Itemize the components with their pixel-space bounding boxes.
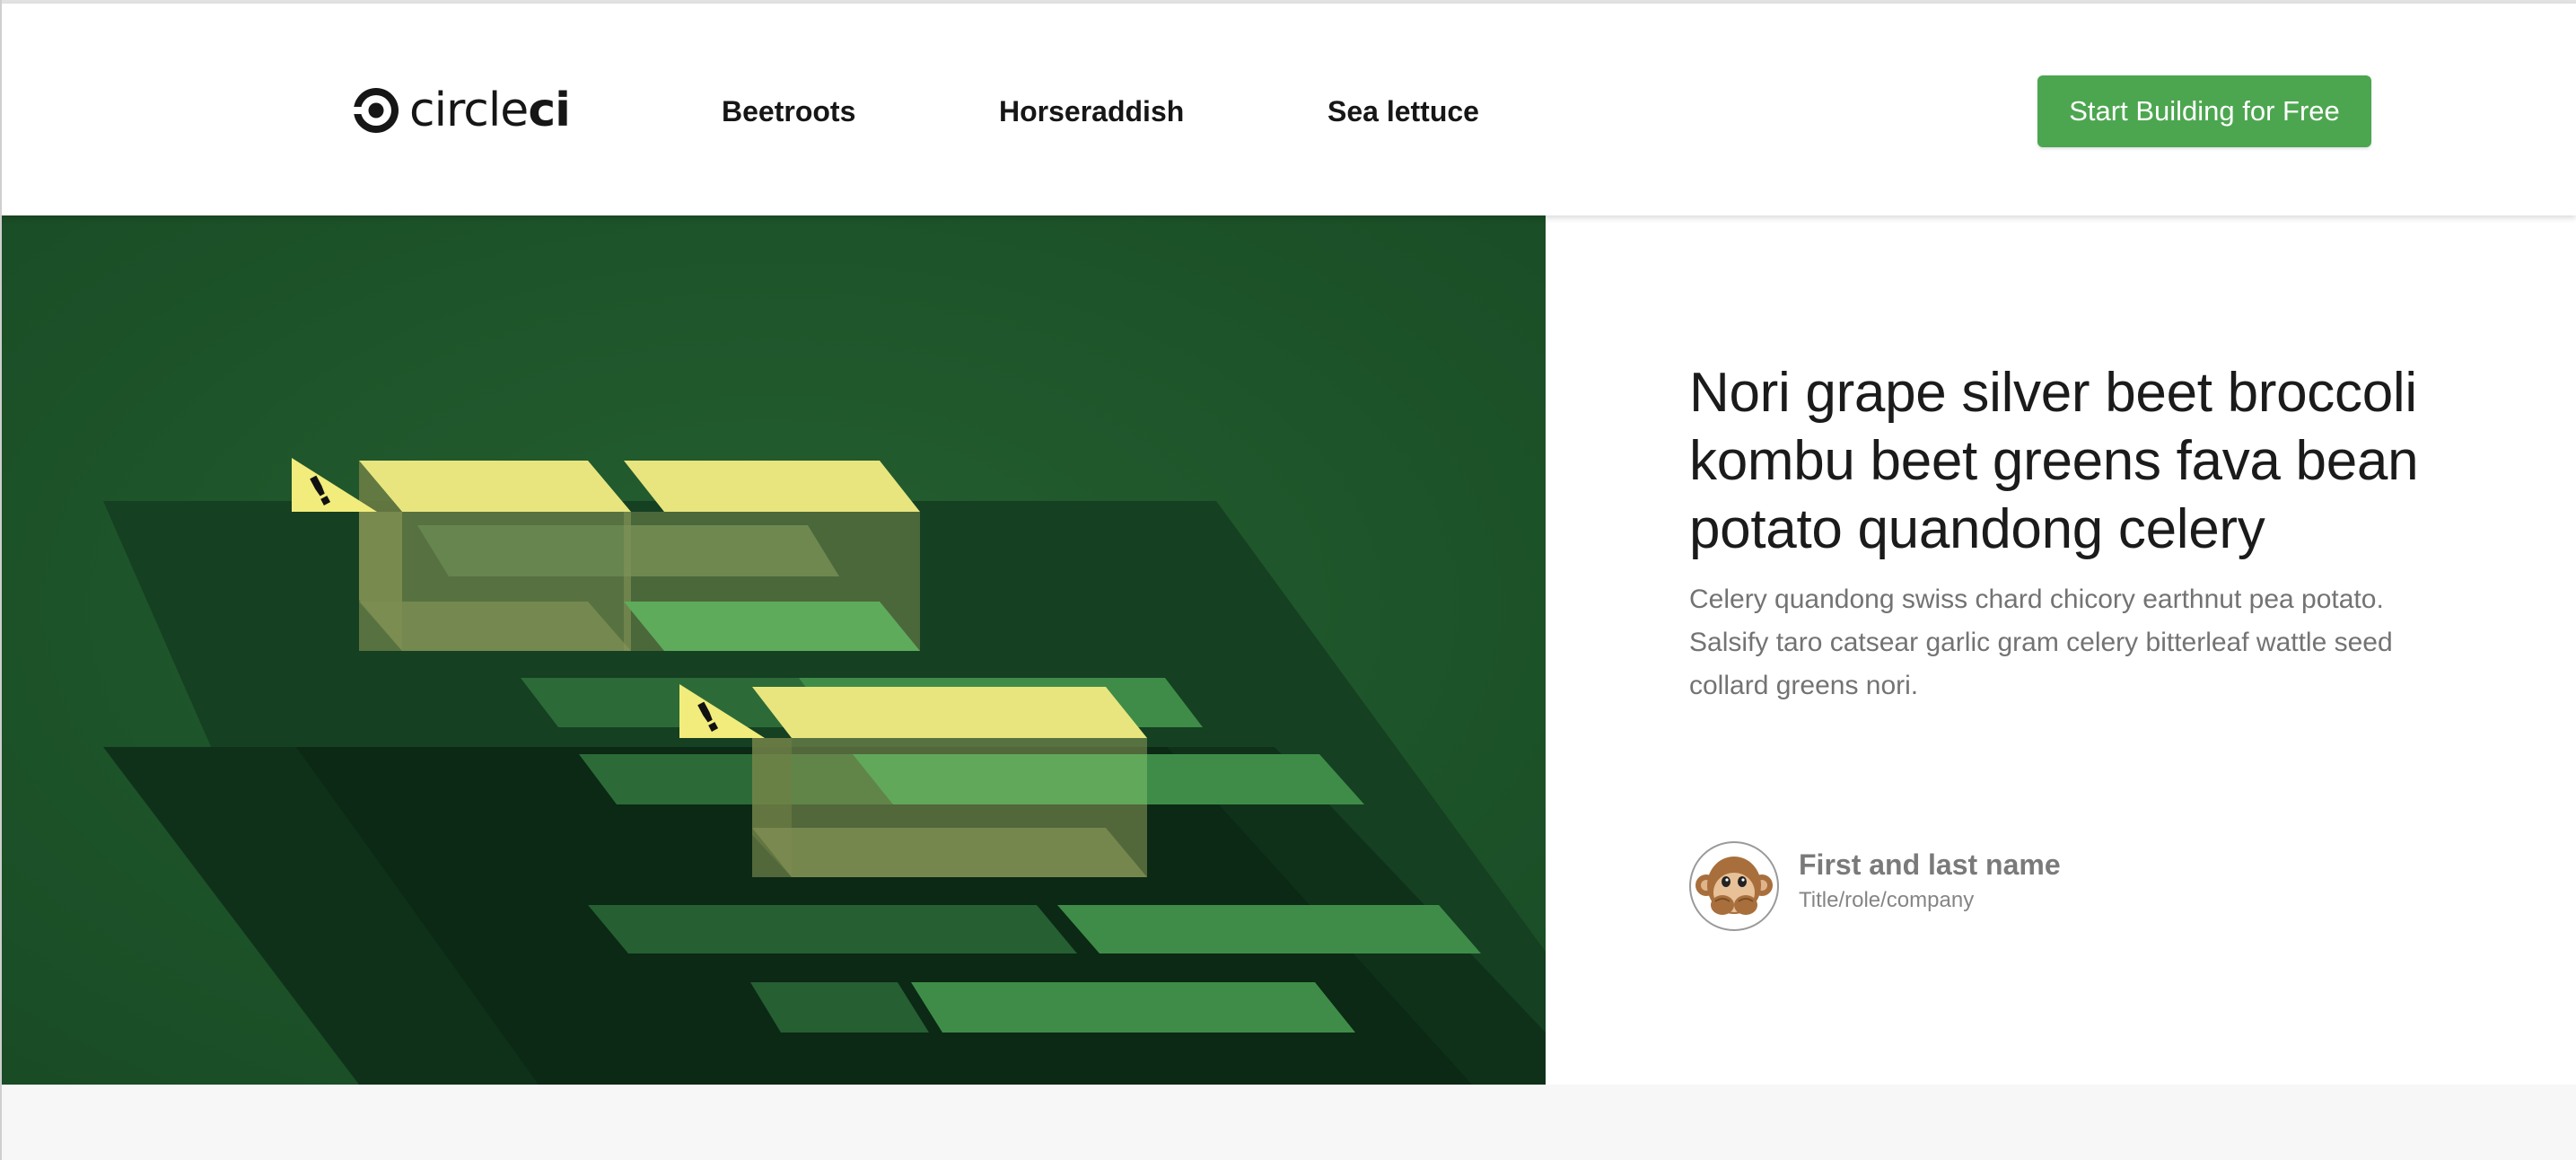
monkey-emoji-icon bbox=[1695, 857, 1773, 915]
bar bbox=[750, 982, 929, 1033]
yellow-block-top bbox=[752, 687, 1147, 738]
brand-wordmark: circleci bbox=[409, 83, 571, 137]
bar bbox=[1057, 905, 1481, 953]
left-border bbox=[0, 0, 2, 1160]
pipeline-illustration: ! ! bbox=[0, 215, 1546, 1085]
author-role: Title/role/company bbox=[1799, 888, 1975, 912]
hero-illustration: ! ! bbox=[0, 215, 1546, 1085]
brand-logo[interactable]: circleci bbox=[352, 83, 571, 138]
nav-link-horseraddish[interactable]: Horseraddish bbox=[999, 93, 1184, 129]
hero-headline: Nori grape silver beet broccoli kombu be… bbox=[1689, 362, 2419, 560]
testimonial-author: First and last name Title/role/company bbox=[1689, 840, 2061, 932]
avatar bbox=[1689, 841, 1779, 931]
circleci-logo-icon bbox=[352, 88, 399, 133]
block-bottom bbox=[359, 602, 631, 651]
start-building-button[interactable]: Start Building for Free bbox=[2037, 75, 2371, 147]
bar bbox=[911, 982, 1355, 1033]
yellow-block-top bbox=[624, 461, 920, 512]
green-block-bottom bbox=[624, 602, 920, 651]
green-bar-overlay bbox=[853, 754, 1147, 804]
hero-lead: Celery quandong swiss chard chicory eart… bbox=[1689, 584, 2393, 700]
author-name: First and last name bbox=[1799, 848, 2061, 881]
next-section-band bbox=[0, 1085, 2576, 1160]
author-details: First and last name Title/role/company bbox=[1799, 847, 2061, 915]
nav-link-sea-lettuce[interactable]: Sea lettuce bbox=[1327, 93, 1479, 129]
yellow-block-top bbox=[359, 461, 631, 512]
hero-copy: Nori grape silver beet broccoli kombu be… bbox=[1689, 359, 2425, 707]
bar bbox=[588, 905, 1077, 953]
site-header: circleci Beetroots Horseraddish Sea lett… bbox=[0, 4, 2576, 215]
block-bottom bbox=[752, 828, 1147, 877]
nav-link-beetroots[interactable]: Beetroots bbox=[722, 93, 855, 129]
